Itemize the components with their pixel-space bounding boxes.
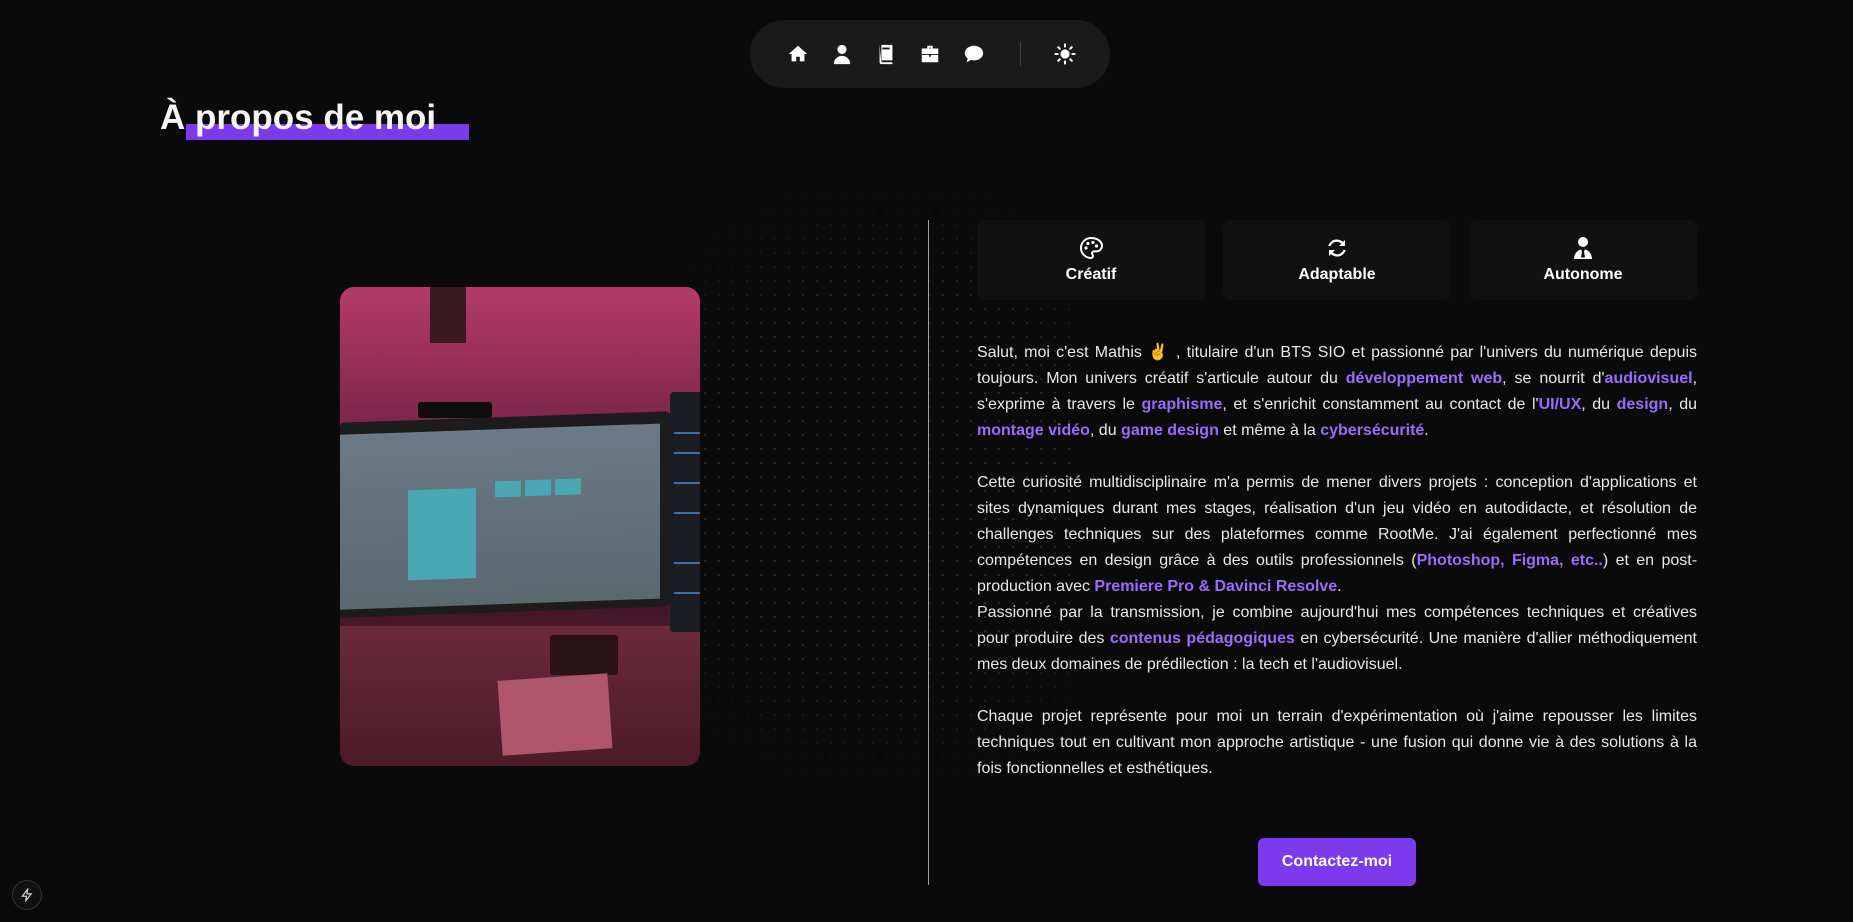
photo-screen [340, 423, 660, 610]
trait-label: Créatif [1065, 266, 1117, 283]
trait-card-creatif: Créatif [977, 220, 1205, 300]
trait-label: Adaptable [1298, 266, 1376, 283]
user-icon [833, 44, 851, 65]
bio-highlight: UI/UX [1538, 396, 1582, 413]
bio-paragraph-2: Cette curiosité multidisciplinaire m'a p… [977, 470, 1697, 600]
bio-text: Salut, moi c'est Mathis ✌️ , titulaire d… [977, 340, 1697, 782]
bio-text-span: , se nourrit d' [1502, 370, 1605, 387]
bio-highlight: audiovisuel [1604, 370, 1693, 387]
bio-paragraph-1: Salut, moi c'est Mathis ✌️ , titulaire d… [977, 340, 1697, 444]
bio-highlight: graphisme [1141, 396, 1223, 413]
bio-text-span: , et s'enrichit constamment au contact d… [1222, 396, 1539, 413]
profile-photo [340, 287, 700, 766]
nav-separator [1020, 42, 1021, 66]
photo-monitor [340, 411, 670, 618]
briefcase-icon [921, 45, 939, 63]
bolt-icon [21, 888, 33, 902]
photo-wall-frame [430, 287, 466, 343]
chat-icon [964, 45, 984, 63]
photo-phone [550, 635, 618, 675]
bio-paragraph-4: Chaque projet représente pour moi un ter… [977, 708, 1697, 777]
nav-contact[interactable] [952, 32, 996, 76]
theme-toggle-button[interactable] [1043, 32, 1087, 76]
photo-webcam [418, 402, 492, 418]
traits-row: Créatif Adaptable Autonome [977, 220, 1697, 300]
bio-highlight: cybersécurité [1320, 422, 1425, 439]
bio-text-span: . [1337, 578, 1342, 595]
bio-highlight: design [1616, 396, 1669, 413]
nav-about[interactable] [820, 32, 864, 76]
bio-highlight: montage vidéo [977, 422, 1090, 439]
photo-screen-card [408, 488, 476, 581]
trait-card-adaptable: Adaptable [1223, 220, 1451, 300]
photo-screen-tags [495, 478, 581, 498]
user-tie-icon [1574, 237, 1592, 259]
trait-card-autonome: Autonome [1469, 220, 1697, 300]
bio-highlight: contenus pédagogiques [1109, 630, 1295, 647]
bio-text-span: et même à la [1218, 422, 1321, 439]
bio-text-span: , du [1089, 422, 1122, 439]
page-title: À propos de moi [160, 98, 437, 137]
contact-button[interactable]: Contactez-moi [1258, 838, 1416, 886]
section-header: À propos de moi [160, 98, 469, 140]
bio-text-span: , du [1581, 396, 1617, 413]
photo-notebook [497, 673, 613, 756]
bio-text-span: , du [1668, 396, 1697, 413]
refresh-icon [1328, 239, 1346, 257]
palette-icon [1079, 236, 1103, 260]
book-icon [879, 44, 893, 65]
bio-text-span: . [1424, 422, 1429, 439]
bio-paragraph-3: Passionné par la transmission, je combin… [977, 600, 1697, 678]
top-nav [750, 20, 1110, 88]
photo-side-monitor [670, 392, 700, 632]
bio-highlight: game design [1121, 422, 1219, 439]
sun-icon [1054, 43, 1076, 65]
bio-highlight: Photoshop, Figma, etc.. [1416, 552, 1603, 569]
vertical-divider [928, 220, 929, 885]
bolt-badge-button[interactable] [12, 880, 42, 910]
bio-highlight: développement web [1345, 370, 1503, 387]
nav-education[interactable] [864, 32, 908, 76]
bio-highlight: Premiere Pro & Davinci Resolve [1094, 578, 1338, 595]
home-icon [788, 45, 808, 62]
nav-experience[interactable] [908, 32, 952, 76]
nav-home[interactable] [776, 32, 820, 76]
trait-label: Autonome [1543, 266, 1623, 283]
